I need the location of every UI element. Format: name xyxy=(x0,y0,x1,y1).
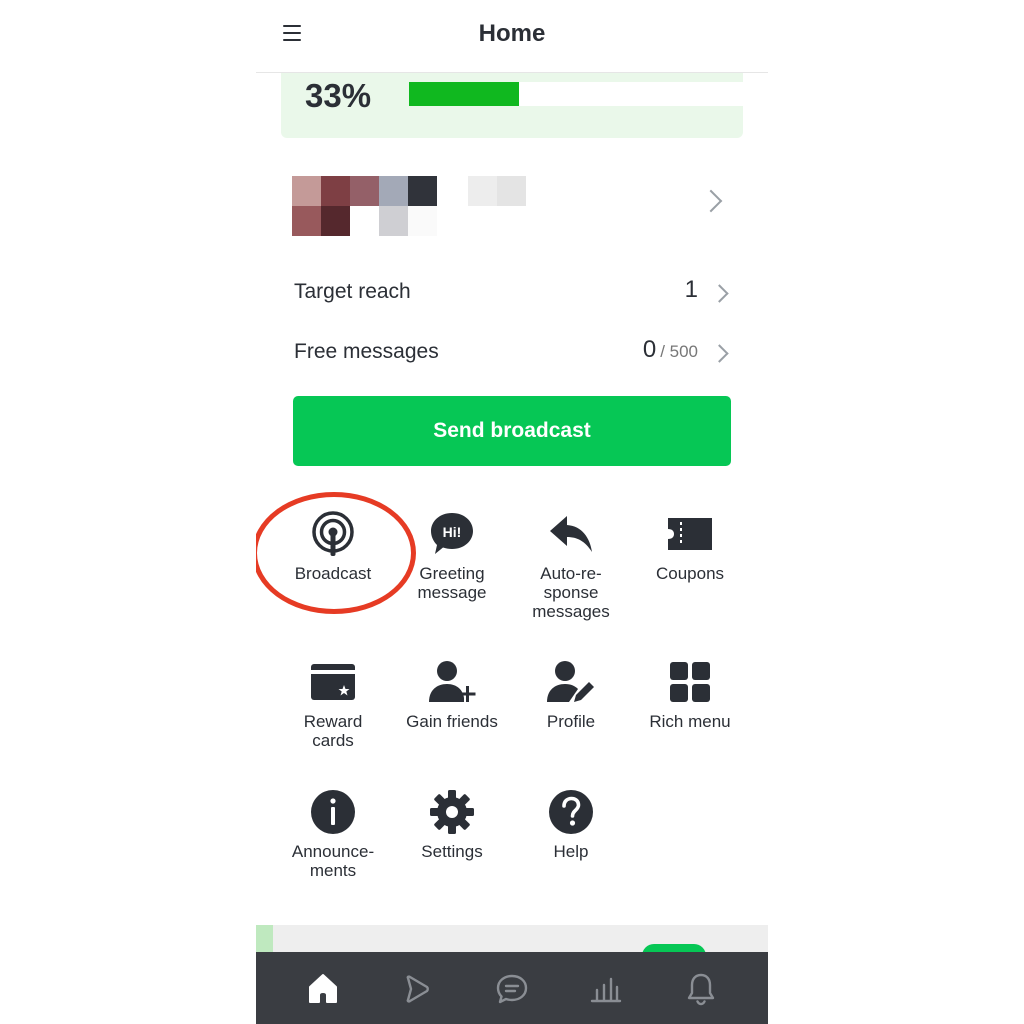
feature-coupons[interactable]: Coupons xyxy=(631,510,749,583)
feature-label: Rich menu xyxy=(649,712,731,731)
add-friend-icon xyxy=(429,661,476,702)
account-row[interactable] xyxy=(286,168,738,244)
free-messages-total: / 500 xyxy=(660,342,698,361)
reply-arrow-icon xyxy=(550,516,592,552)
feature-greeting-message[interactable]: Hi! Greeting message xyxy=(393,510,511,602)
free-messages-row[interactable]: Free messages 0/ 500 xyxy=(294,334,734,374)
feature-label: Help xyxy=(553,842,589,861)
top-header: Home xyxy=(256,0,768,73)
feature-label: Coupons xyxy=(655,564,725,583)
profile-edit-icon xyxy=(547,661,594,702)
progress-percent: 33% xyxy=(305,77,372,114)
feature-label: Reward cards xyxy=(303,712,363,750)
play-icon[interactable] xyxy=(394,966,440,1012)
feature-gain-friends[interactable]: Gain friends xyxy=(393,658,511,731)
coupon-icon xyxy=(668,518,712,550)
bottom-navigation xyxy=(256,952,768,1024)
svg-text:Hi!: Hi! xyxy=(443,524,462,540)
reward-card-icon xyxy=(311,664,355,700)
info-icon xyxy=(311,790,355,834)
bell-icon[interactable] xyxy=(678,966,724,1012)
help-icon xyxy=(549,790,593,834)
home-icon[interactable] xyxy=(300,966,346,1012)
feature-label: Auto-re- sponse messages xyxy=(532,564,610,621)
send-broadcast-button[interactable]: Send broadcast xyxy=(293,396,731,466)
account-avatar xyxy=(292,176,438,236)
feature-label: Announce- ments xyxy=(291,842,375,880)
gear-icon xyxy=(430,790,474,834)
feature-label: Settings xyxy=(421,842,483,861)
progress-bar-fill xyxy=(409,82,520,106)
chevron-right-icon xyxy=(710,284,729,303)
rich-menu-icon xyxy=(670,662,710,702)
feature-reward-cards[interactable]: Reward cards xyxy=(274,658,392,750)
progress-bar xyxy=(409,82,743,106)
feature-profile[interactable]: Profile xyxy=(512,658,630,731)
feature-rich-menu[interactable]: Rich menu xyxy=(631,658,749,731)
stats-icon[interactable] xyxy=(583,966,629,1012)
chat-icon[interactable] xyxy=(489,966,535,1012)
target-reach-value: 1 xyxy=(684,276,698,303)
chevron-right-icon xyxy=(699,189,723,213)
account-name xyxy=(468,176,526,206)
chevron-right-icon xyxy=(710,344,729,363)
free-messages-label: Free messages xyxy=(294,340,439,363)
feature-label: Gain friends xyxy=(406,712,498,731)
feature-help[interactable]: Help xyxy=(512,788,630,861)
broadcast-icon xyxy=(312,511,354,556)
feature-label: Greeting message xyxy=(417,564,487,602)
feature-announcements[interactable]: Announce- ments xyxy=(274,788,392,880)
feature-broadcast[interactable]: Broadcast xyxy=(274,510,392,583)
free-messages-value: 0/ 500 xyxy=(642,336,698,363)
app-screen: Home 33% Target reach 1 Free messages 0 … xyxy=(256,0,768,1024)
feature-settings[interactable]: Settings xyxy=(393,788,511,861)
target-reach-row[interactable]: Target reach 1 xyxy=(294,274,734,314)
page-title: Home xyxy=(478,20,546,47)
target-reach-label: Target reach xyxy=(294,280,411,303)
feature-auto-response[interactable]: Auto-re- sponse messages xyxy=(512,510,630,621)
greeting-message-icon: Hi! xyxy=(431,513,473,554)
feature-label: Profile xyxy=(546,712,596,731)
feature-label: Broadcast xyxy=(294,564,372,583)
partial-card-strip xyxy=(256,925,768,960)
